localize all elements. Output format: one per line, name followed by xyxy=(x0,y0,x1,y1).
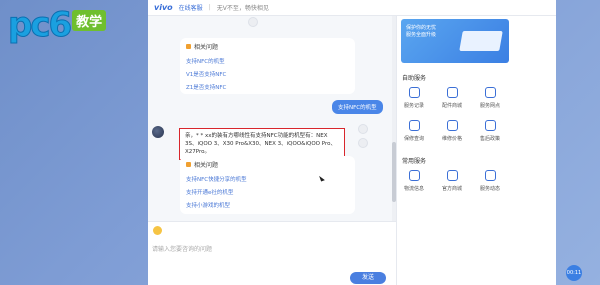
watermark-text: pc6 xyxy=(7,5,72,45)
question-icon xyxy=(186,162,191,167)
service-item[interactable]: 服务网点 xyxy=(475,87,505,109)
service-item[interactable]: 服务记录 xyxy=(399,87,429,109)
watermark-badge: 教学 xyxy=(72,10,107,31)
parts-icon xyxy=(446,87,458,98)
floating-button[interactable]: 00:11 xyxy=(566,265,582,281)
banner-text: 保护你的无忧 服务全面升级 xyxy=(406,25,437,38)
related-link[interactable]: 支持开通e社的机型 xyxy=(186,188,349,196)
service-item[interactable]: 维修价格 xyxy=(437,120,467,142)
message-input[interactable]: 请输入您要咨询的问题 xyxy=(152,244,212,253)
service-item[interactable]: 售后政策 xyxy=(475,120,505,142)
top-bar: vivo 在线客服 | 无V不至，畅快相见 xyxy=(148,0,556,16)
outlet-icon xyxy=(484,87,496,98)
emoji-icon[interactable] xyxy=(153,226,162,235)
chat-area: 相关问题 支持NFC的机型 V1是否支持NFC Z1是否支持NFC 支持NFC的… xyxy=(148,16,392,221)
news-icon xyxy=(484,170,496,181)
store-icon xyxy=(446,170,458,181)
warranty-icon xyxy=(408,120,420,131)
dislike-icon[interactable] xyxy=(358,138,368,148)
common-service-title: 常用服务 xyxy=(402,158,427,165)
user-message: 支持NFC的机型 xyxy=(332,100,383,114)
related-questions-card: 相关问题 支持NFC快捷分享的机型 支持开通e社的机型 支持小游戏的机型 xyxy=(180,156,355,214)
device-image xyxy=(459,31,503,51)
bot-avatar xyxy=(152,126,164,138)
send-button[interactable]: 发送 xyxy=(350,272,386,284)
record-icon xyxy=(408,87,420,98)
question-icon xyxy=(186,44,191,49)
page-title: 在线客服 xyxy=(178,5,203,12)
service-item[interactable]: 物流信息 xyxy=(399,170,429,192)
service-sidebar: 保护你的无忧 服务全面升级 自助服务 服务记录 配件商城 服务网点 保修查询 维… xyxy=(396,16,556,285)
related-link[interactable]: 支持小游戏的机型 xyxy=(186,201,349,209)
service-item[interactable]: 配件商城 xyxy=(437,87,467,109)
service-item[interactable]: 官方商城 xyxy=(437,170,467,192)
related-link[interactable]: V1是否支持NFC xyxy=(186,70,349,78)
self-service-title: 自助服务 xyxy=(402,75,427,82)
brand-logo: vivo xyxy=(154,3,173,12)
price-icon xyxy=(446,120,458,131)
card-heading: 相关问题 xyxy=(194,162,219,169)
card-heading: 相关问题 xyxy=(194,44,219,51)
related-link[interactable]: Z1是否支持NFC xyxy=(186,83,349,91)
watermark-logo: pc6 教学 xyxy=(7,5,107,45)
input-area: 请输入您要咨询的问题 发送 xyxy=(148,221,396,285)
promo-banner[interactable]: 保护你的无忧 服务全面升级 xyxy=(401,19,509,63)
reaction-icon[interactable] xyxy=(248,17,258,27)
related-questions-card: 相关问题 支持NFC的机型 V1是否支持NFC Z1是否支持NFC xyxy=(180,38,355,94)
wrench-icon xyxy=(484,120,496,131)
slogan: 无V不至，畅快相见 xyxy=(216,5,269,12)
service-item[interactable]: 服务动态 xyxy=(475,170,505,192)
logistics-icon xyxy=(408,170,420,181)
related-link[interactable]: 支持NFC的机型 xyxy=(186,57,349,65)
chat-window: vivo 在线客服 | 无V不至，畅快相见 相关问题 支持NFC的机型 V1是否… xyxy=(148,0,556,285)
like-icon[interactable] xyxy=(358,124,368,134)
divider: | xyxy=(208,4,211,11)
service-item[interactable]: 保修查询 xyxy=(399,120,429,142)
